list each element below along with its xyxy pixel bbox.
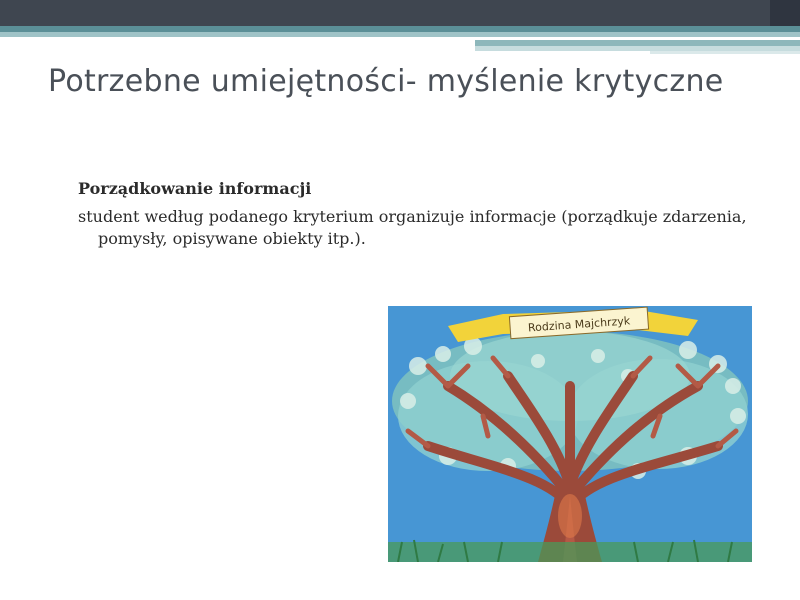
slide-title: Potrzebne umiejętności- myślenie krytycz… <box>48 64 724 99</box>
slide-content: Porządkowanie informacji student według … <box>78 178 758 250</box>
header-band-accent <box>770 0 800 26</box>
header-band-dark <box>0 0 800 26</box>
content-body: student według podanego kryterium organi… <box>78 207 747 248</box>
header-band-short <box>650 51 800 54</box>
family-tree-image: Rodzina Majchrzyk <box>388 306 752 562</box>
content-heading: Porządkowanie informacji <box>78 179 312 198</box>
slide: Potrzebne umiejętności- myślenie krytycz… <box>0 0 800 600</box>
